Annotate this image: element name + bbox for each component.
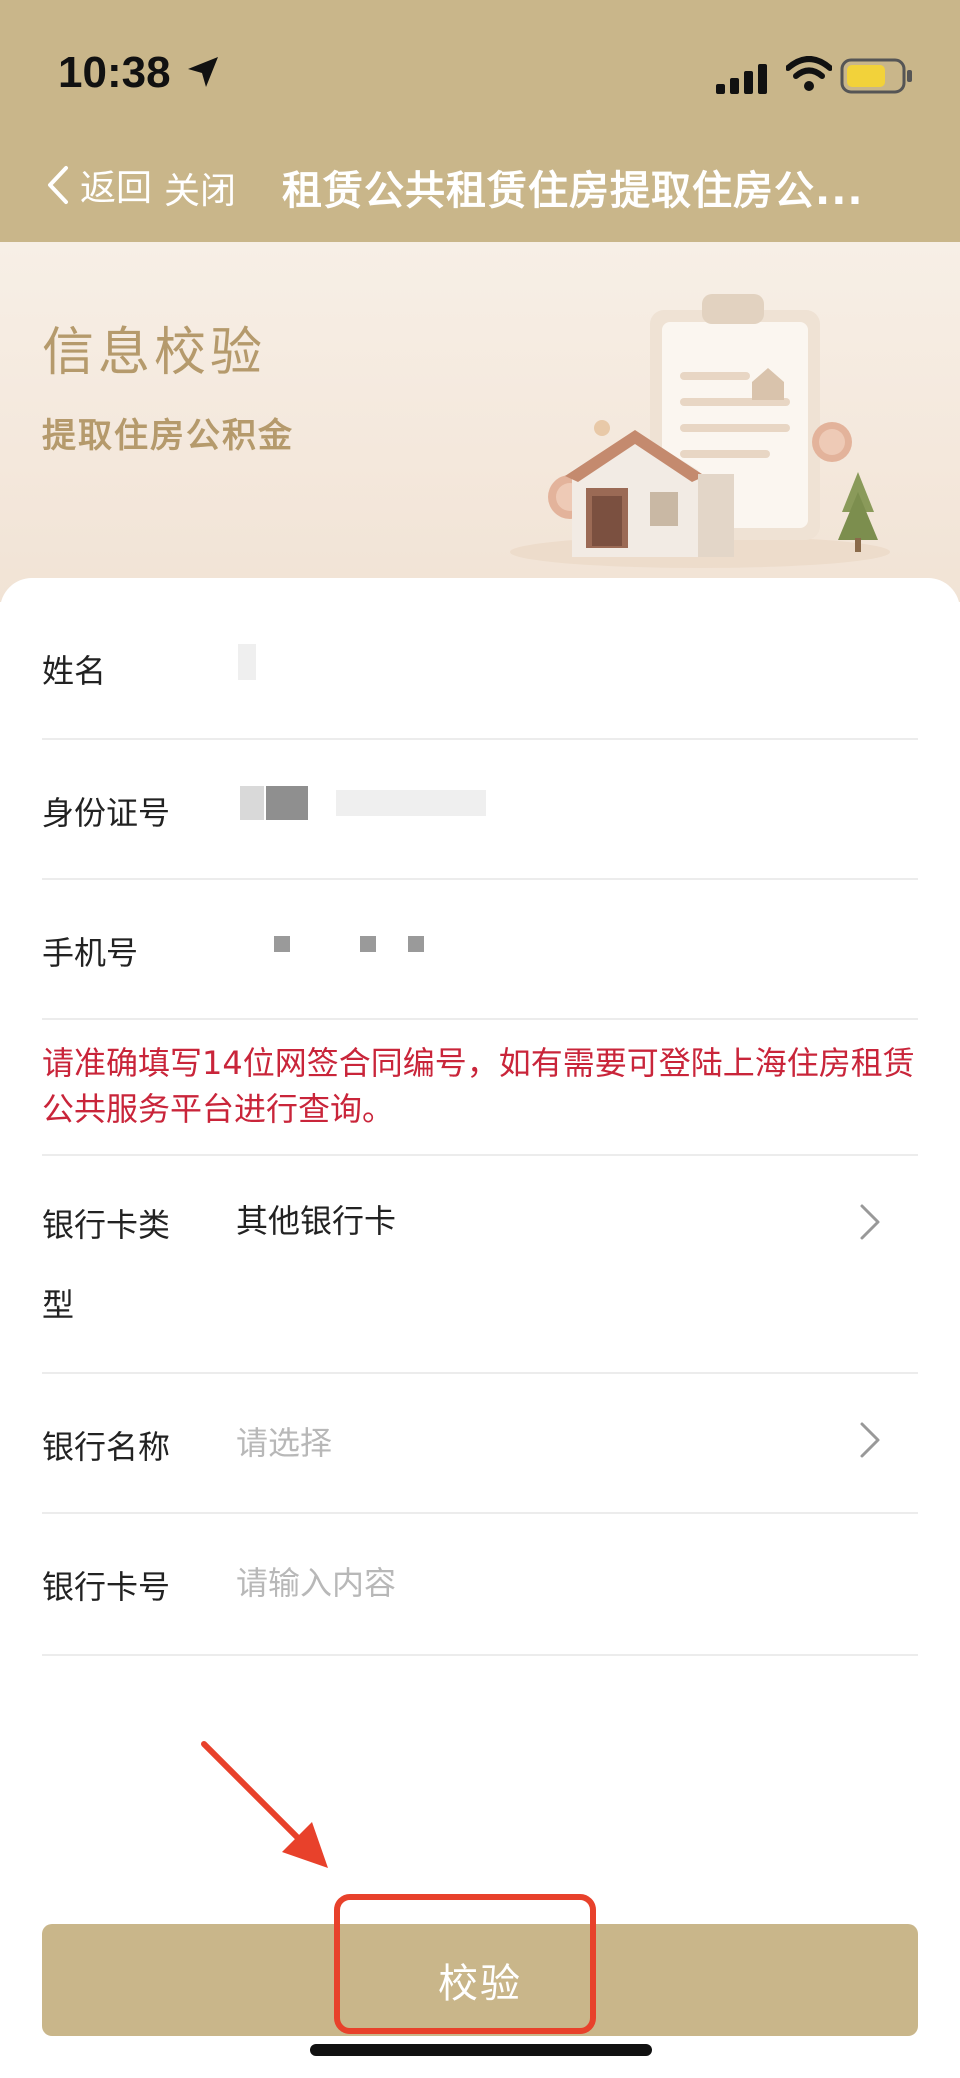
navigation-bar: 返回 关闭 租赁公共租赁住房提取住房公... — [0, 150, 960, 220]
back-button[interactable]: 返回 — [40, 160, 152, 210]
wifi-icon — [786, 56, 832, 91]
phone-row: 手机号 — [42, 880, 918, 1020]
banner-title: 信息校验 — [42, 323, 267, 383]
chevron-left-icon — [48, 166, 68, 204]
id-value-redacted-tail — [336, 790, 486, 816]
annotation-highlight-box — [334, 1894, 596, 2034]
annotation-arrow — [201, 1741, 328, 1868]
contract-notice: 请准确填写14位网签合同编号，如有需要可登陆上海住房租赁公共服务平台进行查询。 — [42, 1044, 915, 1128]
phone-value-redacted — [274, 936, 290, 952]
phone-value-redacted-2 — [360, 936, 376, 952]
phone-label: 手机号 — [42, 934, 139, 972]
bank-card-type-row[interactable]: 银行卡类 型 其他银行卡 — [42, 1156, 918, 1374]
bank-name-select[interactable]: 请选择 — [236, 1418, 332, 1464]
bank-card-type-label-cont: 型 — [42, 1286, 75, 1324]
banner: 信息校验 提取住房公积金 — [0, 242, 960, 602]
house-clipboard-illustration — [510, 294, 890, 568]
phone-value-redacted-3 — [408, 936, 424, 952]
location-arrow-icon — [188, 57, 218, 87]
back-label: 返回 — [80, 168, 153, 209]
bank-card-number-row: 银行卡号 请输入内容 — [42, 1514, 918, 1656]
status-time: 10:38 — [58, 48, 171, 97]
chevron-right-icon — [860, 1422, 880, 1458]
bank-card-number-label: 银行卡号 — [42, 1568, 171, 1606]
page-title: 租赁公共租赁住房提取住房公... — [282, 168, 864, 214]
bank-card-type-value: 其他银行卡 — [236, 1202, 397, 1240]
bank-card-type-label: 银行卡类 — [42, 1206, 171, 1244]
banner-subtitle: 提取住房公积金 — [42, 416, 294, 456]
form-card: 姓名 身份证号 手机号 请准确填写14位网签合同编号，如有需要可登陆上海住房租赁… — [0, 578, 960, 2078]
home-indicator — [310, 2044, 652, 2056]
id-value-redacted — [240, 786, 264, 820]
cellular-signal-icon — [716, 64, 767, 94]
name-row: 姓名 — [42, 578, 918, 740]
id-value-redacted-dark — [266, 786, 308, 820]
bank-card-number-input[interactable]: 请输入内容 — [236, 1558, 396, 1604]
battery-icon — [840, 58, 912, 94]
bank-name-label: 银行名称 — [42, 1428, 171, 1466]
name-value-redacted — [238, 644, 256, 680]
id-label: 身份证号 — [42, 794, 171, 832]
close-button[interactable]: 关闭 — [164, 162, 236, 214]
status-bar: 10:38 — [0, 0, 960, 140]
chevron-right-icon — [860, 1204, 880, 1240]
header: 10:38 返回 关闭 租赁公共租赁住房提取住房公... — [0, 0, 960, 242]
bank-name-row[interactable]: 银行名称 请选择 — [42, 1374, 918, 1514]
name-label: 姓名 — [42, 652, 107, 690]
id-row: 身份证号 — [42, 740, 918, 880]
